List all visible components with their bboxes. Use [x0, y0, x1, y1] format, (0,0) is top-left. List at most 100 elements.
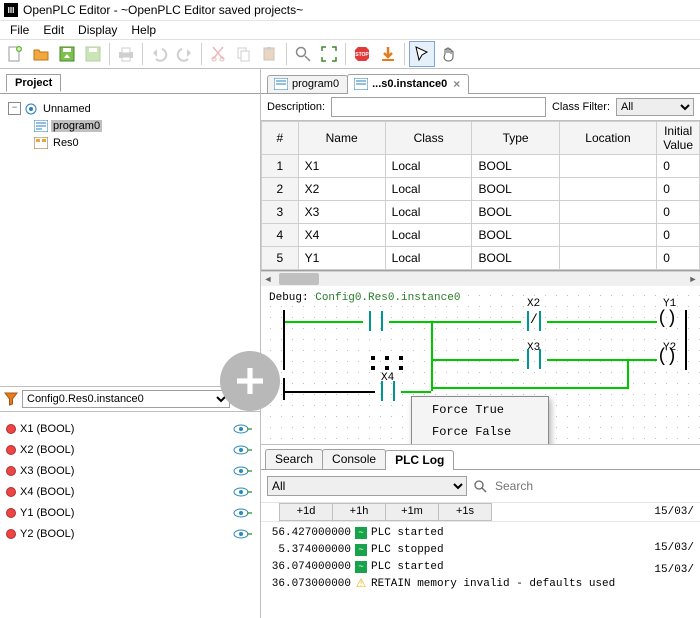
grid-scrollbar[interactable]: ◄ ► — [261, 271, 700, 286]
save-as-button[interactable] — [81, 42, 105, 66]
undo-button[interactable] — [147, 42, 171, 66]
tab-plclog[interactable]: PLC Log — [385, 450, 454, 470]
variable-row[interactable]: X3 (BOOL) — [4, 460, 256, 481]
tab-search[interactable]: Search — [265, 449, 323, 469]
fullscreen-button[interactable] — [317, 42, 341, 66]
time-1h[interactable]: +1h — [332, 503, 386, 521]
log-search-input[interactable] — [493, 478, 694, 494]
contact-x2[interactable]: / — [519, 311, 549, 331]
col-type[interactable]: Type — [472, 122, 559, 155]
contact-x4[interactable] — [373, 381, 403, 401]
select-button[interactable] — [409, 41, 435, 67]
tab-console[interactable]: Console — [322, 449, 386, 469]
print-button[interactable] — [114, 42, 138, 66]
variable-row[interactable]: X1 (BOOL) — [4, 418, 256, 439]
watch-icon[interactable] — [232, 485, 254, 499]
project-tab[interactable]: Project — [6, 74, 61, 92]
col-num[interactable]: # — [262, 122, 299, 155]
watch-icon[interactable] — [232, 506, 254, 520]
scroll-thumb[interactable] — [279, 273, 319, 285]
col-init[interactable]: Initial Value — [657, 122, 700, 155]
scroll-left-icon[interactable]: ◄ — [261, 272, 275, 286]
log-date-side: 15/03/ — [654, 564, 694, 576]
project-tree[interactable]: − Unnamed program0 Res0 — [0, 94, 260, 336]
folder-open-icon — [32, 45, 50, 63]
undo-icon — [150, 45, 168, 63]
table-row[interactable]: 2X2LocalBOOL0 — [262, 178, 700, 201]
class-filter-select[interactable]: All — [616, 98, 694, 116]
contact-x1[interactable] — [361, 311, 391, 331]
menu-file[interactable]: File — [4, 21, 35, 39]
ok-icon: ~ — [355, 527, 367, 539]
menu-help[interactable]: Help — [125, 21, 162, 39]
add-big[interactable] — [0, 336, 260, 386]
time-1d[interactable]: +1d — [279, 503, 333, 521]
log-message: PLC started — [371, 527, 444, 539]
coil-y2[interactable] — [657, 347, 677, 367]
pan-button[interactable] — [437, 42, 461, 66]
watch-icon[interactable] — [232, 527, 254, 541]
table-row[interactable]: 4X4LocalBOOL0 — [262, 224, 700, 247]
ladder-canvas[interactable]: Debug: Config0.Res0.instance0 X2 / Y1 X3 — [261, 286, 700, 444]
menu-force-true[interactable]: Force True — [414, 399, 546, 421]
variable-row[interactable]: Y2 (BOOL) — [4, 523, 256, 544]
tab-program0[interactable]: program0 — [267, 75, 348, 93]
tree-resource[interactable]: Res0 — [51, 137, 81, 149]
watch-icon[interactable] — [232, 422, 254, 436]
variable-grid[interactable]: # Name Class Type Location Initial Value… — [261, 121, 700, 271]
copy-button[interactable] — [232, 42, 256, 66]
paste-button[interactable] — [258, 42, 282, 66]
redo-button[interactable] — [173, 42, 197, 66]
menu-display[interactable]: Display — [72, 21, 123, 39]
instance-select[interactable]: Config0.Res0.instance0 — [22, 390, 230, 408]
watch-icon[interactable] — [232, 443, 254, 457]
save-button[interactable] — [55, 42, 79, 66]
menu-force-false[interactable]: Force False — [414, 421, 546, 443]
new-button[interactable] — [3, 42, 27, 66]
tab-label: program0 — [292, 78, 339, 90]
log-filter-select[interactable]: All — [267, 476, 467, 496]
log-body[interactable]: 15/03/ 15/03/ 56.427000000~PLC started5.… — [261, 522, 700, 618]
description-input[interactable] — [331, 97, 546, 117]
variable-row[interactable]: Y1 (BOOL) — [4, 502, 256, 523]
col-location[interactable]: Location — [559, 122, 657, 155]
open-button[interactable] — [29, 42, 53, 66]
contact-x3[interactable] — [519, 349, 549, 369]
tab-instance[interactable]: ...s0.instance0 × — [347, 74, 469, 94]
tab-close-icon[interactable]: × — [453, 77, 460, 91]
wire — [431, 359, 519, 361]
find-button[interactable] — [291, 42, 315, 66]
col-class[interactable]: Class — [385, 122, 472, 155]
wire — [431, 322, 433, 360]
log-message: PLC started — [371, 561, 444, 573]
svg-text:STOP: STOP — [355, 52, 369, 58]
menu-release-value[interactable]: Release value — [414, 443, 546, 444]
variable-row[interactable]: X4 (BOOL) — [4, 481, 256, 502]
time-1s[interactable]: +1s — [438, 503, 492, 521]
tree-collapse-root[interactable]: − — [8, 102, 21, 115]
tree-root[interactable]: Unnamed — [41, 103, 93, 115]
stop-button[interactable]: STOP — [350, 42, 374, 66]
variable-row[interactable]: X2 (BOOL) — [4, 439, 256, 460]
save-icon — [58, 45, 76, 63]
menu-edit[interactable]: Edit — [37, 21, 70, 39]
scroll-right-icon[interactable]: ► — [686, 272, 700, 286]
time-1m[interactable]: +1m — [385, 503, 439, 521]
coil-y1[interactable] — [657, 309, 677, 329]
ok-icon: ~ — [355, 561, 367, 573]
table-row[interactable]: 1X1LocalBOOL0 — [262, 155, 700, 178]
description-row: Description: Class Filter: All — [261, 94, 700, 121]
table-row[interactable]: 5Y1LocalBOOL0 — [262, 247, 700, 270]
bullet-icon — [6, 529, 16, 539]
warn-icon: ⚠ — [355, 578, 367, 590]
cut-button[interactable] — [206, 42, 230, 66]
download-button[interactable] — [376, 42, 400, 66]
tab-label: ...s0.instance0 — [372, 78, 447, 90]
table-row[interactable]: 3X3LocalBOOL0 — [262, 201, 700, 224]
tree-program[interactable]: program0 — [51, 120, 102, 132]
watch-icon[interactable] — [232, 464, 254, 478]
col-name[interactable]: Name — [298, 122, 385, 155]
log-message: PLC stopped — [371, 544, 444, 556]
wire — [629, 359, 657, 361]
hand-icon — [440, 45, 458, 63]
